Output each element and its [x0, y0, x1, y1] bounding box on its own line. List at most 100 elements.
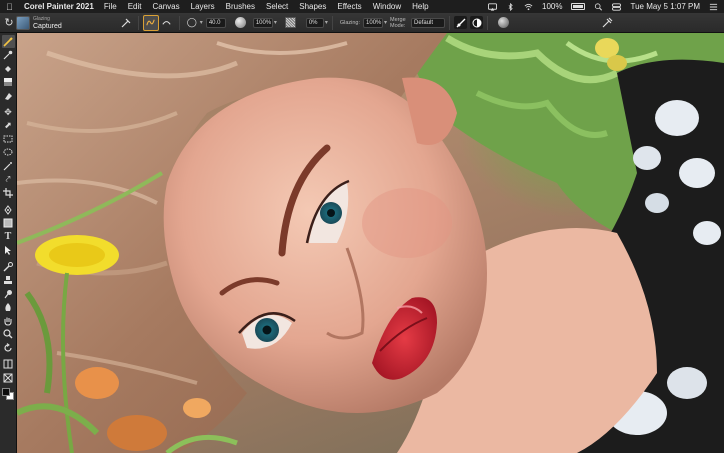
brush-icon — [3, 36, 13, 47]
menu-file[interactable]: File — [104, 2, 117, 11]
menu-layers[interactable]: Layers — [191, 2, 215, 11]
layer-adjuster-tool[interactable]: ⬈ — [2, 119, 15, 132]
divider — [487, 15, 489, 30]
menu-shapes[interactable]: Shapes — [299, 2, 326, 11]
menu-window[interactable]: Window — [373, 2, 401, 11]
magnifier-icon — [3, 329, 13, 339]
main-color-swatch[interactable] — [1, 387, 10, 396]
stroke-type-icon[interactable] — [118, 15, 134, 31]
menu-effects[interactable]: Effects — [337, 2, 361, 11]
brush-selector-thumbnail[interactable] — [16, 15, 30, 30]
opacity-field[interactable]: 100% — [252, 17, 273, 28]
menu-edit[interactable]: Edit — [128, 2, 142, 11]
search-icon[interactable] — [594, 2, 603, 11]
grain-icon[interactable] — [284, 17, 296, 28]
wifi-icon[interactable] — [524, 3, 533, 11]
kaleidoscope-icon — [3, 373, 13, 382]
paint-bucket-icon — [5, 65, 11, 72]
brush-tracking-glyph — [472, 18, 482, 27]
rubber-stamp-tool[interactable] — [2, 274, 15, 287]
brush-dab-glyph — [602, 17, 613, 27]
brush-tool[interactable] — [1, 35, 15, 48]
cheek-blush — [362, 188, 452, 258]
lasso-icon — [3, 148, 13, 155]
size-icon[interactable]: ◯ — [184, 15, 200, 31]
freehand-stroke-icon[interactable] — [142, 14, 159, 31]
pen-icon — [4, 204, 12, 215]
bluetooth-icon[interactable] — [506, 2, 515, 11]
crop-icon — [3, 188, 13, 198]
divider — [449, 15, 451, 30]
burn-tool[interactable] — [2, 301, 15, 314]
angle-field[interactable]: 0% — [305, 17, 324, 28]
property-bar: ↻ Glazing Captured ◯ ▾ 40.0 100% ▾ 0% ▾ … — [0, 13, 724, 33]
merge-mode-label: Merge Mode: — [390, 16, 406, 29]
dodge-tool[interactable] — [2, 287, 15, 300]
control-center-icon[interactable] — [612, 2, 622, 11]
glazing-dropdown-arrow[interactable]: ▾ — [384, 19, 387, 26]
screen-mirroring-icon[interactable] — [488, 2, 498, 11]
grabber-tool[interactable] — [2, 314, 15, 327]
menu-canvas[interactable]: Canvas — [153, 2, 180, 11]
lasso-tool[interactable] — [2, 146, 15, 159]
gradient-tool[interactable] — [2, 89, 15, 102]
kaleidoscope-tool[interactable] — [2, 371, 15, 384]
apple-menu-icon[interactable]:  — [6, 2, 14, 12]
angle-dropdown-arrow[interactable]: ▾ — [325, 19, 328, 26]
eraser-icon — [4, 78, 12, 86]
opacity-icon[interactable] — [234, 17, 246, 28]
brush-selector[interactable]: Glazing Captured — [33, 16, 62, 30]
magnifier-tool[interactable] — [2, 328, 15, 341]
merge-mode-select[interactable]: Default — [411, 17, 446, 28]
cloner-icon — [3, 261, 13, 271]
divider — [331, 15, 333, 30]
glazing-label: Glazing: — [339, 19, 361, 26]
menu-clock[interactable]: Tue May 5 1:07 PM — [630, 2, 700, 11]
rotate-page-tool[interactable] — [2, 341, 15, 354]
brush-variant-label: Captured — [33, 22, 62, 30]
paint-bucket-tool[interactable] — [2, 62, 15, 75]
color-swatches[interactable] — [1, 387, 15, 401]
shape-selection-tool[interactable] — [2, 244, 15, 257]
document-canvas[interactable] — [17, 33, 724, 453]
eraser-tool[interactable] — [2, 76, 15, 89]
menu-select[interactable]: Select — [266, 2, 288, 11]
pen-tool[interactable] — [2, 203, 15, 216]
rectangular-selection-tool[interactable] — [2, 133, 15, 146]
arrow-selection-icon — [5, 246, 11, 255]
stroke-type-glyph — [121, 18, 131, 27]
dropper-icon — [3, 50, 13, 60]
menu-help[interactable]: Help — [412, 2, 428, 11]
dropper-tool[interactable] — [2, 49, 15, 62]
stroke-attributes-glyph — [456, 18, 466, 27]
brush-tracking-icon[interactable] — [470, 16, 484, 29]
size-field[interactable]: 40.0 — [205, 17, 226, 28]
app-menu[interactable]: Corel Painter 2021 — [24, 2, 94, 11]
painting-artwork — [17, 33, 724, 453]
toolbox: ✥ ⬈ ⤤ T — [0, 33, 17, 453]
menu-brushes[interactable]: Brushes — [226, 2, 255, 11]
glazing-field[interactable]: 100% — [363, 17, 384, 28]
hand-icon — [4, 317, 12, 326]
opacity-dropdown-arrow[interactable]: ▾ — [274, 19, 277, 26]
crop-tool[interactable] — [2, 187, 15, 200]
reset-tool-icon[interactable]: ↻ — [2, 15, 16, 31]
cloner-tool[interactable] — [2, 260, 15, 273]
divider — [137, 15, 139, 30]
brush-dab-icon[interactable] — [599, 15, 615, 31]
color-well-icon[interactable] — [498, 17, 510, 28]
mirror-tool[interactable] — [2, 358, 15, 371]
straight-line-stroke-icon[interactable] — [159, 15, 175, 31]
transform-tool[interactable]: ✥ — [2, 106, 15, 119]
text-tool[interactable]: T — [2, 230, 15, 243]
magic-wand-tool[interactable] — [2, 160, 15, 173]
notification-list-icon[interactable] — [709, 3, 718, 11]
shape-tool[interactable] — [2, 217, 15, 230]
selection-adjuster-tool[interactable]: ⤤ — [2, 173, 15, 186]
rect-selection-icon — [3, 135, 13, 143]
menu-bar:  Corel Painter 2021 File Edit Canvas La… — [0, 0, 724, 13]
battery-icon[interactable] — [571, 3, 586, 10]
stroke-attributes-icon[interactable] — [454, 16, 468, 29]
rotate-icon — [4, 342, 12, 352]
size-dropdown-arrow[interactable]: ▾ — [200, 19, 203, 26]
